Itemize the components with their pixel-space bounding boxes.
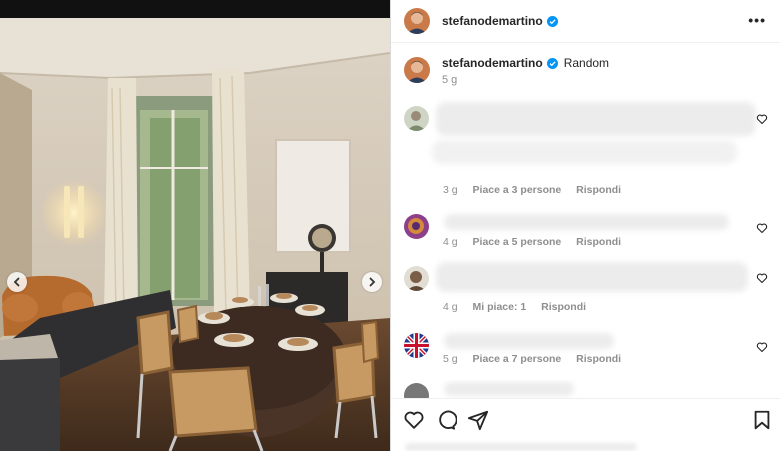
post-username[interactable]: stefanodemartino	[442, 14, 543, 28]
more-options-button[interactable]: •••	[748, 12, 766, 28]
comment-likes[interactable]: Mi piace: 1	[473, 301, 527, 313]
heart-icon[interactable]	[756, 222, 768, 234]
chevron-right-icon	[369, 277, 376, 287]
paper-plane-icon[interactable]	[467, 409, 489, 431]
heart-icon[interactable]	[756, 341, 768, 353]
comment-time: 5 g	[443, 353, 458, 365]
comment-meta: 5 g Piace a 7 persone Rispondi	[443, 353, 633, 365]
comment-item: 4 g Mi piace: 1 Rispondi	[404, 262, 774, 314]
comment-time: 4 g	[443, 236, 458, 248]
heart-icon[interactable]	[756, 113, 768, 125]
carousel-next-button[interactable]	[362, 272, 382, 292]
comment-likes[interactable]: Piace a 5 persone	[473, 236, 562, 248]
post-header: stefanodemartino •••	[391, 0, 780, 43]
avatar[interactable]	[404, 333, 429, 358]
blurred-comment-text	[436, 262, 748, 292]
reply-button[interactable]: Rispondi	[576, 236, 621, 248]
comment-time: 3 g	[443, 184, 458, 196]
comment-item	[404, 380, 774, 398]
avatar[interactable]	[404, 57, 430, 83]
post-time: 5 g	[442, 74, 458, 86]
comment-meta: 4 g Mi piace: 1 Rispondi	[443, 301, 598, 313]
comment-time: 4 g	[443, 301, 458, 313]
avatar[interactable]	[404, 266, 429, 291]
comment-meta: 3 g Piace a 3 persone Rispondi	[443, 184, 633, 196]
avatar[interactable]	[404, 214, 429, 239]
avatar[interactable]	[404, 383, 429, 398]
heart-icon[interactable]	[403, 409, 425, 431]
blurred-comment-text	[444, 382, 574, 396]
carousel-prev-button[interactable]	[7, 272, 27, 292]
comment-likes[interactable]: Piace a 3 persone	[473, 184, 562, 196]
blurred-comment-text	[444, 333, 614, 349]
blurred-comment-text	[444, 214, 729, 230]
reply-button[interactable]: Rispondi	[541, 301, 586, 313]
reply-button[interactable]: Rispondi	[576, 353, 621, 365]
avatar[interactable]	[404, 106, 429, 131]
verified-badge-icon	[546, 57, 558, 69]
post-actions-bar	[391, 398, 780, 451]
bookmark-icon[interactable]	[751, 409, 773, 431]
post-sidebar: stefanodemartino ••• stefanodemartino Ra…	[390, 0, 780, 451]
avatar[interactable]	[404, 8, 430, 34]
reply-button[interactable]: Rispondi	[576, 184, 621, 196]
blurred-likes-text	[405, 443, 637, 451]
comment-item: 5 g Piace a 7 persone Rispondi	[404, 331, 774, 371]
blurred-comment-text	[432, 140, 737, 164]
chevron-left-icon	[13, 277, 20, 287]
blurred-comment-text	[436, 102, 756, 136]
comment-item: 4 g Piace a 5 persone Rispondi	[404, 212, 774, 252]
comment-likes[interactable]: Piace a 7 persone	[473, 353, 562, 365]
caption-username[interactable]: stefanodemartino	[442, 56, 543, 70]
post-caption: stefanodemartino Random 5 g	[404, 55, 609, 86]
verified-badge-icon	[546, 15, 558, 27]
heart-icon[interactable]	[756, 272, 768, 284]
comment-meta: 4 g Piace a 5 persone Rispondi	[443, 236, 633, 248]
comment-bubble-icon[interactable]	[435, 409, 457, 431]
comment-item: 3 g Piace a 3 persone Rispondi	[404, 100, 774, 200]
dining-room-image	[0, 18, 390, 451]
caption-text: Random	[563, 56, 610, 70]
top-black-bar	[0, 0, 390, 18]
post-photo[interactable]	[0, 18, 390, 451]
